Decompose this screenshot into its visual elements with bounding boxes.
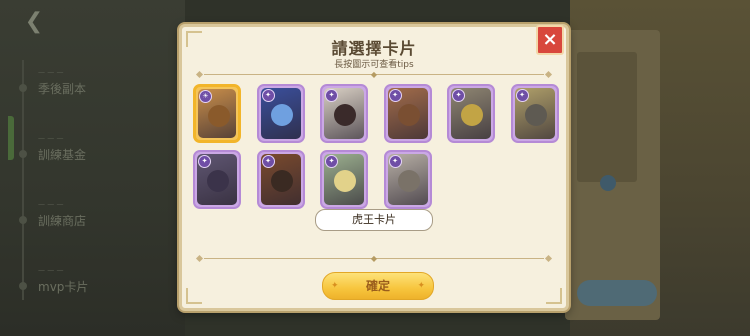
character-portrait-icon [270,170,293,192]
nav-item-label: 季後副本 [38,82,87,96]
dialog-subtitle: 長按圖示可查看tips [334,60,414,70]
card-slot-8[interactable]: ✦ [256,150,305,209]
character-portrait-icon [208,105,230,127]
nav-dot-icon [19,282,27,290]
card-grid: ☀ ✦ ✦ ✦ ✦ ✦ ✦ ✦ ✦ ✦ [193,84,563,209]
card-slot-2[interactable]: ✦ [256,84,305,143]
nav-dot-icon [19,216,27,224]
character-portrait-icon [397,104,420,126]
preview-button [577,280,657,306]
card-slot-5[interactable]: ✦ [447,84,495,143]
card-slot-7[interactable]: ✦ [193,150,241,209]
sparkle-icon: ✦ [417,281,425,291]
character-portrait-icon [270,104,293,126]
nav-dot-icon [19,150,27,158]
corner-ornament [186,288,202,304]
nav-item-caption: — — — [38,266,64,274]
nav-dot-icon [19,84,27,92]
card-type-badge-icon: ✦ [325,89,338,102]
card-slot-9[interactable]: ✦ [320,150,368,209]
sparkle-icon: ✦ [331,281,339,291]
divider-bottom: ◆ [194,255,554,263]
info-dot-icon [600,175,616,191]
character-portrait-icon [461,104,483,126]
back-arrow-icon[interactable]: ❮ [22,10,46,34]
nav-active-indicator [8,116,14,160]
dialog-title: 請選擇卡片 [331,39,417,58]
card-slot-4[interactable]: ✦ [383,84,432,143]
character-portrait-icon [524,104,547,126]
confirm-button[interactable]: ✦ 確定 ✦ [322,272,434,300]
character-portrait-icon [207,170,229,192]
preview-art [577,52,637,182]
nav-item-label: mvp卡片 [38,280,89,294]
nav-item-label: 訓練商店 [38,214,87,228]
character-portrait-icon [397,170,420,192]
nav-item-2[interactable]: — — — 訓練商店 [38,200,148,229]
card-type-badge-icon: ✦ [388,89,402,102]
card-type-badge-icon: ☀ [199,90,212,103]
character-portrait-icon [334,104,356,126]
nav-item-1[interactable]: — — — 訓練基金 [38,134,148,163]
card-type-badge-icon: ✦ [515,89,529,102]
nav-item-3[interactable]: — — — mvp卡片 [38,266,148,295]
divider-top: ◆ [194,71,554,79]
card-type-badge-icon: ✦ [452,89,465,102]
nav-item-0[interactable]: — — — 季後副本 [38,68,148,97]
corner-ornament [546,288,562,304]
close-button[interactable]: × [536,25,564,55]
card-type-badge-icon: ✦ [388,155,402,168]
card-type-badge-icon: ✦ [261,155,275,168]
character-portrait-icon [334,170,356,192]
confirm-label: 確定 [365,279,390,293]
nav-item-caption: — — — [38,134,64,142]
card-slot-1[interactable]: ☀ [193,84,241,143]
nav-item-caption: — — — [38,68,64,76]
nav-item-label: 訓練基金 [38,148,87,162]
nav-item-caption: — — — [38,200,64,208]
card-type-badge-icon: ✦ [325,155,338,168]
card-type-badge-icon: ✦ [261,89,275,102]
card-type-badge-icon: ✦ [198,155,211,168]
card-slot-10[interactable]: ✦ [383,150,432,209]
card-slot-3[interactable]: ✦ [320,84,368,143]
card-select-dialog: 請選擇卡片 長按圖示可查看tips × ◆ ☀ ✦ ✦ ✦ ✦ ✦ ✦ ✦ ✦ ✦ ◆ 虎王卡片 … [179,24,569,311]
card-slot-6[interactable]: ✦ [510,84,559,143]
nav-divider [22,60,24,300]
selected-card-name: 虎王卡片 [315,209,433,231]
background-card-preview [565,30,660,320]
